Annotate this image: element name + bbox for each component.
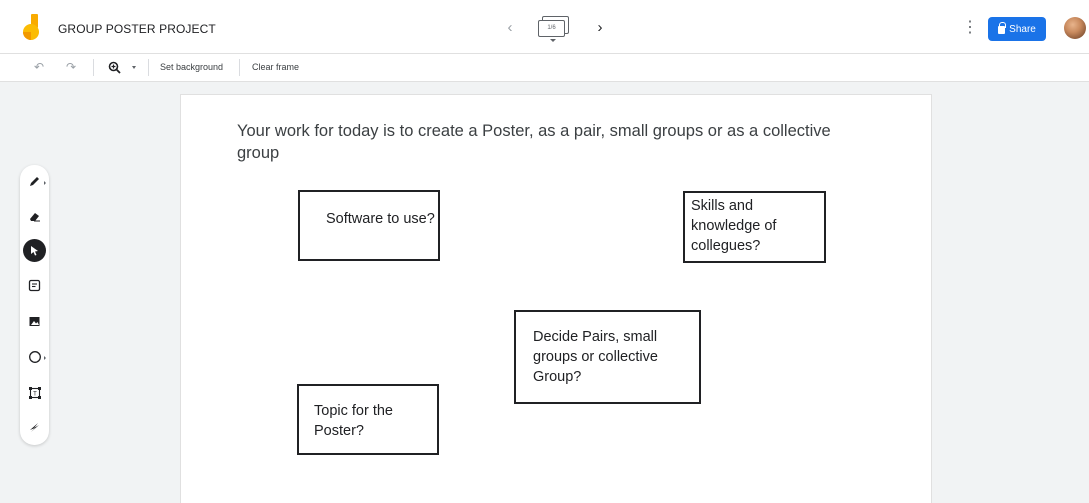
select-tool[interactable] <box>23 239 46 262</box>
circle-icon <box>28 350 41 363</box>
more-options-icon[interactable]: ⋮ <box>962 18 978 38</box>
whiteboard-canvas[interactable]: Your work for today is to create a Poste… <box>180 94 932 503</box>
jamboard-logo-icon[interactable] <box>20 14 44 42</box>
edit-toolbar: ↶ ↷ Set background Clear frame <box>0 54 1089 82</box>
eraser-tool[interactable] <box>23 205 46 228</box>
eraser-icon <box>30 213 40 222</box>
toolbar-divider <box>239 59 240 76</box>
svg-text:T: T <box>33 391 37 397</box>
prompt-text[interactable]: Your work for today is to create a Poste… <box>237 120 837 164</box>
lock-icon <box>998 22 1007 34</box>
image-icon <box>29 317 40 326</box>
shape-tool[interactable] <box>23 345 46 368</box>
frame-indicator: 1/6 <box>538 20 565 37</box>
pen-tool[interactable] <box>23 170 46 193</box>
top-bar: GROUP POSTER PROJECT ‹ 1/6 › ⋮ Share <box>0 0 1089 54</box>
laser-tool[interactable] <box>23 416 46 439</box>
board-title[interactable]: GROUP POSTER PROJECT <box>58 22 216 36</box>
pen-icon <box>30 177 39 186</box>
redo-icon[interactable]: ↷ <box>62 58 80 76</box>
sticky-note-tool[interactable] <box>23 274 46 297</box>
toolbar-divider <box>148 59 149 76</box>
previous-frame-button[interactable]: ‹ <box>502 18 518 38</box>
clear-frame-button[interactable]: Clear frame <box>252 62 299 72</box>
text-box-skills[interactable]: Skills and knowledge of collegues? <box>683 191 826 263</box>
set-background-button[interactable]: Set background <box>160 62 223 72</box>
text-box-topic[interactable]: Topic for the Poster? <box>297 384 439 455</box>
text-box-icon: T <box>28 386 41 399</box>
toolbar-divider <box>93 59 94 76</box>
shape-options-icon[interactable] <box>44 356 46 360</box>
chevron-down-icon <box>550 39 556 42</box>
image-tool[interactable] <box>23 310 46 333</box>
share-button[interactable]: Share <box>988 17 1046 41</box>
pen-options-icon[interactable] <box>44 181 46 185</box>
zoom-dropdown-icon[interactable] <box>132 66 136 69</box>
cursor-arrow-icon <box>31 246 38 256</box>
share-button-label: Share <box>1009 23 1036 35</box>
sticky-note-icon <box>28 279 41 292</box>
undo-icon[interactable]: ↶ <box>30 58 48 76</box>
text-box-software[interactable]: Software to use? <box>298 190 440 261</box>
text-box-tool[interactable]: T <box>23 381 46 404</box>
next-frame-button[interactable]: › <box>592 18 608 38</box>
drawing-tools-panel: T <box>20 165 49 445</box>
text-box-decide-groups[interactable]: Decide Pairs, small groups or collective… <box>514 310 701 404</box>
laser-pointer-icon <box>30 423 39 432</box>
zoom-in-icon[interactable] <box>105 58 123 76</box>
frame-bar-button[interactable]: 1/6 <box>536 16 572 42</box>
user-avatar[interactable] <box>1064 17 1086 39</box>
